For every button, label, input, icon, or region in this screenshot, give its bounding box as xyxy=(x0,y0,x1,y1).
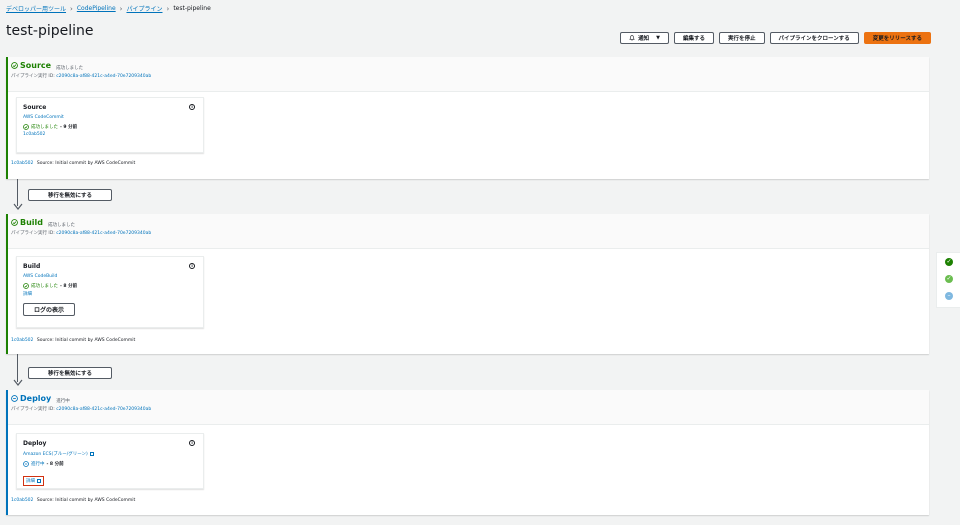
action-provider-link[interactable]: AWS CodeBuild xyxy=(23,274,197,279)
action-status: 成功しました - 9 分前 xyxy=(23,124,197,130)
commit-message: Source: Initial commit by AWS CodeCommit xyxy=(36,338,136,343)
commit-id-link[interactable]: 1c0ab502 xyxy=(11,161,33,166)
transition-source-build: 移行を無効にする xyxy=(12,179,112,214)
execution-id-row: パイプライン実行 ID: c2090c8a-af88-421c-a4ed-70e… xyxy=(11,406,926,412)
stage-title: Build xyxy=(11,218,43,227)
info-icon[interactable]: i xyxy=(189,104,195,110)
stage-commit-row: 1c0ab502 Source: Initial commit by AWS C… xyxy=(11,498,135,503)
breadcrumb-current: test-pipeline xyxy=(173,5,211,12)
notify-label: 通知 xyxy=(638,36,650,42)
stage-header: Build 成功しました パイプライン実行 ID: c2090c8a-af88-… xyxy=(8,214,929,249)
execution-id-row: パイプライン実行 ID: c2090c8a-af88-421c-a4ed-70e… xyxy=(11,230,926,236)
execution-id-label: パイプライン実行 ID: xyxy=(11,407,55,412)
action-provider-link[interactable]: AWS CodeCommit xyxy=(23,115,197,120)
chevron-right-icon: › xyxy=(70,4,73,13)
transition-build-deploy: 移行を無効にする xyxy=(12,354,112,390)
breadcrumb: デベロッパー用ツール › CodePipeline › パイプライン › tes… xyxy=(6,4,211,14)
success-dot-icon[interactable]: ✓ xyxy=(945,258,953,266)
action-status-text: 成功しました xyxy=(31,125,58,130)
toolbar: 通知 ▼ 編集する 実行を停止 パイプラインをクローンする 変更をリリースする xyxy=(620,32,931,44)
stage-header: Deploy 進行中 パイプライン実行 ID: c2090c8a-af88-42… xyxy=(8,390,929,425)
action-title: Deploy xyxy=(23,440,47,447)
action-time: - 8 分前 xyxy=(60,284,78,289)
stage-deploy: Deploy 進行中 パイプライン実行 ID: c2090c8a-af88-42… xyxy=(6,390,929,515)
check-circle-icon xyxy=(23,283,29,289)
arrow-down-icon xyxy=(13,379,23,387)
stage-name: Build xyxy=(20,218,44,227)
external-link-icon xyxy=(89,452,94,456)
action-commit-link[interactable]: 1c0ab502 xyxy=(23,132,197,137)
arrow-down-icon xyxy=(13,203,23,211)
bell-icon xyxy=(629,35,635,41)
action-details-link[interactable]: 詳細 xyxy=(23,476,44,486)
stage-name: Source xyxy=(20,61,52,70)
stop-execution-button[interactable]: 実行を停止 xyxy=(719,32,765,44)
commit-message: Source: Initial commit by AWS CodeCommit xyxy=(36,161,136,166)
stage-title: Source xyxy=(11,61,51,70)
stage-source: Source 成功しました パイプライン実行 ID: c2090c8a-af88… xyxy=(6,57,929,179)
info-icon[interactable]: i xyxy=(189,263,195,269)
success-dot-icon[interactable]: ✓ xyxy=(945,275,953,283)
minus-circle-icon xyxy=(23,461,29,467)
clone-pipeline-button[interactable]: パイプラインをクローンする xyxy=(769,32,859,44)
check-circle-icon xyxy=(11,62,18,69)
stage-commit-row: 1c0ab502 Source: Initial commit by AWS C… xyxy=(11,161,135,166)
action-title: Source xyxy=(23,104,47,111)
view-logs-button[interactable]: ログの表示 xyxy=(23,303,75,316)
commit-id-link[interactable]: 1c0ab502 xyxy=(11,498,33,503)
minus-circle-icon xyxy=(11,395,18,402)
action-status-text: 成功しました xyxy=(31,284,58,289)
breadcrumb-pipelines[interactable]: パイプライン xyxy=(126,4,162,13)
action-details-link[interactable]: 詳細 xyxy=(23,291,197,297)
stage-status: 成功しました xyxy=(56,66,84,71)
action-time: - 9 分前 xyxy=(60,125,78,130)
progress-dot-icon[interactable]: – xyxy=(945,292,953,300)
stage-name: Deploy xyxy=(20,394,52,403)
stage-title: Deploy xyxy=(11,394,51,403)
action-status-text: 進行中 xyxy=(31,462,45,467)
execution-id-link[interactable]: c2090c8a-af88-421c-a4ed-70e7209340ab xyxy=(56,407,151,412)
action-card-source: Source i AWS CodeCommit 成功しました - 9 分前 1c… xyxy=(16,97,204,153)
action-status: 進行中 - 8 分前 xyxy=(23,461,197,467)
stage-status-rail: ✓ ✓ – xyxy=(936,252,960,308)
breadcrumb-codepipeline[interactable]: CodePipeline xyxy=(77,5,116,12)
execution-id-label: パイプライン実行 ID: xyxy=(11,231,55,236)
caret-down-icon: ▼ xyxy=(656,35,660,41)
details-label: 詳細 xyxy=(26,479,35,484)
check-circle-icon xyxy=(11,219,18,226)
execution-id-link[interactable]: c2090c8a-af88-421c-a4ed-70e7209340ab xyxy=(56,74,151,79)
commit-message: Source: Initial commit by AWS CodeCommit xyxy=(36,498,136,503)
action-card-build: Build i AWS CodeBuild 成功しました - 8 分前 詳細 ロ… xyxy=(16,256,204,328)
disable-transition-button[interactable]: 移行を無効にする xyxy=(28,367,112,379)
edit-button[interactable]: 編集する xyxy=(674,32,715,44)
transition-line xyxy=(17,354,19,382)
action-time: - 8 分前 xyxy=(46,462,64,467)
stage-commit-row: 1c0ab502 Source: Initial commit by AWS C… xyxy=(11,338,135,343)
action-card-deploy: Deploy i Amazon ECS(ブルー/グリーン) 進行中 - 8 分前… xyxy=(16,433,204,489)
action-provider: Amazon ECS(ブルー/グリーン) xyxy=(23,451,197,457)
external-link-icon xyxy=(37,479,41,483)
stage-header: Source 成功しました パイプライン実行 ID: c2090c8a-af88… xyxy=(8,57,929,92)
action-status: 成功しました - 8 分前 xyxy=(23,283,197,289)
stage-build: Build 成功しました パイプライン実行 ID: c2090c8a-af88-… xyxy=(6,214,929,354)
transition-line xyxy=(17,179,19,206)
chevron-right-icon: › xyxy=(119,4,123,13)
commit-id-link[interactable]: 1c0ab502 xyxy=(11,338,33,343)
stage-status: 進行中 xyxy=(56,399,70,404)
stage-status: 成功しました xyxy=(48,223,76,228)
release-change-button[interactable]: 変更をリリースする xyxy=(863,32,931,44)
execution-id-label: パイプライン実行 ID: xyxy=(11,74,55,79)
execution-id-row: パイプライン実行 ID: c2090c8a-af88-421c-a4ed-70e… xyxy=(11,73,926,79)
chevron-right-icon: › xyxy=(166,4,170,13)
info-icon[interactable]: i xyxy=(189,440,195,446)
check-circle-icon xyxy=(23,124,29,130)
action-title: Build xyxy=(23,263,41,270)
notify-button[interactable]: 通知 ▼ xyxy=(620,32,669,44)
action-provider-link[interactable]: Amazon ECS(ブルー/グリーン) xyxy=(23,451,88,457)
breadcrumb-developer-tools[interactable]: デベロッパー用ツール xyxy=(6,4,66,13)
disable-transition-button[interactable]: 移行を無効にする xyxy=(28,189,112,201)
execution-id-link[interactable]: c2090c8a-af88-421c-a4ed-70e7209340ab xyxy=(56,231,151,236)
page-title: test-pipeline xyxy=(6,23,94,39)
